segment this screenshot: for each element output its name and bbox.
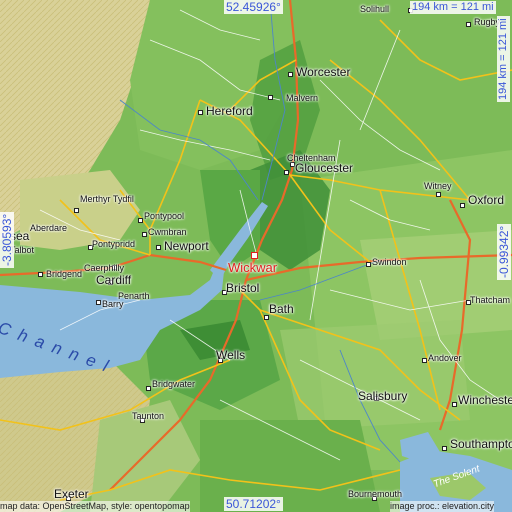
place-barry: Barry — [102, 299, 124, 309]
place-andover: Andover — [428, 353, 462, 363]
place-bristol: Bristol — [226, 281, 260, 295]
place-marker — [96, 300, 101, 305]
place-hereford: Hereford — [206, 104, 253, 118]
east-coordinate: -0.99342° — [497, 223, 511, 280]
place-malvern: Malvern — [286, 93, 319, 103]
place-exeter: Exeter — [54, 487, 89, 501]
place-gloucester: Gloucester — [295, 161, 354, 175]
place-solihull: Solihull — [360, 4, 390, 14]
place-marker — [142, 232, 147, 237]
place-bridgend: Bridgend — [46, 269, 83, 279]
place-bath: Bath — [269, 302, 294, 316]
map-canvas[interactable]: C h a n n e l The Solent Solihull Rugby … — [0, 0, 512, 512]
place-marker — [74, 208, 79, 213]
place-marker — [436, 192, 441, 197]
place-marker — [156, 245, 161, 250]
place-merthyr-tydfil: Merthyr Tydfil — [80, 194, 134, 204]
place-pontypool: Pontypool — [144, 211, 185, 221]
place-marker — [198, 110, 203, 115]
south-coordinate: 50.71202° — [224, 497, 283, 511]
place-marker — [460, 203, 465, 208]
place-marker — [288, 72, 293, 77]
place-salisbury: Salisbury — [358, 389, 408, 403]
place-thatcham: Thatcham — [470, 295, 511, 305]
place-worcester: Worcester — [296, 65, 351, 79]
north-coordinate: 52.45926° — [224, 0, 283, 14]
attribution-left: map data: OpenStreetMap, style: opentopo… — [0, 501, 190, 512]
place-bridgwater: Bridgwater — [152, 379, 196, 389]
place-marker — [422, 358, 427, 363]
place-newport: Newport — [164, 239, 209, 253]
place-wells: Wells — [216, 348, 246, 362]
place-marker — [38, 272, 43, 277]
place-witney: Witney — [424, 181, 452, 191]
place-aberdare: Aberdare — [30, 223, 68, 233]
place-cwmbran: Cwmbran — [148, 227, 187, 237]
west-coordinate: -3.80593° — [0, 211, 14, 268]
place-marker — [466, 22, 471, 27]
place-oxford: Oxford — [468, 193, 505, 207]
place-southampton: Southampton — [450, 437, 512, 451]
place-marker — [268, 95, 273, 100]
place-swindon: Swindon — [372, 257, 407, 267]
target-marker[interactable] — [251, 252, 258, 259]
target-label[interactable]: Wickwar — [228, 260, 277, 275]
place-pontypridd: Pontypridd — [92, 239, 136, 249]
place-marker — [284, 170, 289, 175]
place-cardiff: Cardiff — [96, 273, 132, 287]
place-marker — [366, 262, 371, 267]
place-bournemouth: Bournemouth — [348, 489, 403, 499]
scale-bar-right: 194 km = 121 mi — [497, 16, 510, 102]
place-marker — [146, 386, 151, 391]
place-winchester: Winchester — [458, 393, 512, 407]
place-marker — [452, 402, 457, 407]
place-taunton: Taunton — [132, 411, 165, 421]
scale-bar-top: 194 km = 121 mi — [410, 1, 496, 14]
place-marker — [442, 446, 447, 451]
attribution-right: image proc.: elevation.city — [390, 501, 495, 512]
place-marker — [138, 218, 143, 223]
